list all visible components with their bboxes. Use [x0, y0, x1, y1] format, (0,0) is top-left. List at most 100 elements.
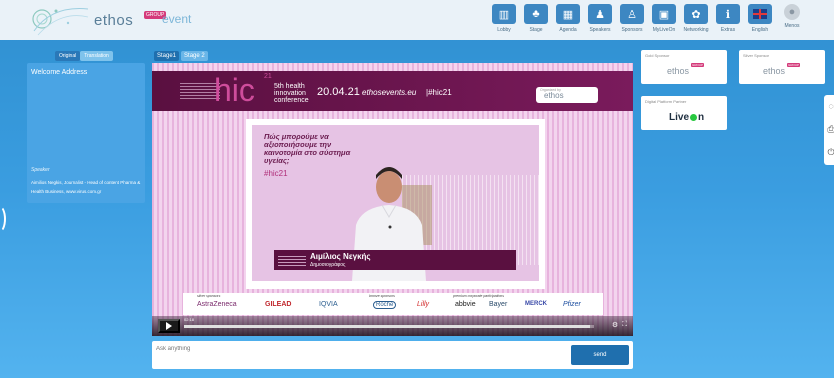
nav-user-label: Menos [784, 23, 800, 29]
nav-speakers[interactable]: ♟ Speakers [586, 4, 614, 38]
player-buttons: ⚙ ⛶ [612, 321, 627, 329]
side-tools: ◌ ⎙ ⏻ [824, 95, 834, 165]
banner-organizer: Organized by ethos [536, 87, 598, 103]
sponsor-lilly: Lilly [417, 301, 430, 308]
liveon-logo: Live n [669, 112, 705, 123]
nav-extras-label: Extras [720, 27, 736, 33]
banner-site: ethosevents.eu [362, 88, 417, 97]
nav-language[interactable]: English [746, 4, 774, 38]
networking-icon: ✿ [684, 4, 708, 24]
banner-hic: hic [214, 72, 255, 108]
slide-hashtag: #hic21 [264, 169, 288, 178]
slide-question: Πώς μπορούμε να αξιοποιήσουμε την καινοτ… [264, 132, 351, 165]
silver-sponsor-title: Silver Sponsor [743, 53, 770, 58]
nav-lobby[interactable]: ▥ Lobby [490, 4, 518, 38]
nav-myliveon-label: MyLiveOn [652, 27, 676, 33]
tab-stage1[interactable]: Stage1 [154, 51, 180, 61]
nav-language-label: English [751, 27, 769, 33]
session-title: Welcome Address [31, 69, 88, 76]
sponsors-icon: ♙ [620, 4, 644, 24]
sponsor-iqvia: IQVIA [319, 301, 338, 308]
nav-stage[interactable]: ♣ Stage [522, 4, 550, 38]
sponsor-astrazeneca: AstraZeneca [197, 301, 237, 308]
stage-icon: ♣ [524, 4, 548, 24]
play-button[interactable] [158, 319, 180, 333]
gold-sponsor-logo-text: ethos [667, 66, 690, 76]
nav-user[interactable]: ● Menos [778, 4, 806, 38]
gold-sponsor-title: Gold Sponsor [645, 53, 670, 58]
nav-lobby-label: Lobby [497, 27, 511, 33]
video-player[interactable]: hic 21 5th health innovation conference … [152, 63, 633, 336]
banner-edition: 21 [264, 73, 272, 80]
ask-input[interactable] [152, 341, 562, 369]
sponsor-abbvie: abbvie [455, 301, 476, 308]
organizer-logo: ethos [544, 91, 564, 100]
sponsor-pfizer: Pfizer [563, 301, 581, 308]
logo-event-word: event [162, 12, 192, 26]
ethos-event-logo[interactable]: ethos GROUP event [28, 3, 192, 37]
stage-tabs: Stage1 Stage 2 [154, 51, 208, 61]
bronze-sponsors-label: bronze sponsors [369, 294, 395, 298]
speaker-role-label: Speaker [31, 167, 50, 173]
print-icon[interactable]: ⎙ [824, 118, 834, 141]
tab-original[interactable]: Original [55, 51, 81, 61]
nav-networking[interactable]: ✿ Networking [682, 4, 710, 38]
settings-gear-icon[interactable]: ⚙ [612, 321, 618, 329]
send-button[interactable]: send [571, 345, 629, 365]
nav-agenda[interactable]: ▦ Agenda [554, 4, 582, 38]
playback-time: 02:18 [184, 317, 195, 322]
session-info-panel: Welcome Address Speaker Aimilios Negkis,… [27, 63, 145, 203]
power-icon[interactable]: ⏻ [824, 141, 834, 164]
speakers-icon: ♟ [588, 4, 612, 24]
gold-sponsor-logo: ethos GROUP [667, 63, 705, 76]
speaker-role: Δημοσιογράφος [310, 262, 346, 268]
progress-fill [184, 325, 590, 328]
nav-sponsors[interactable]: ♙ Sponsors [618, 4, 646, 38]
speaker-name: Αιμίλιος Νεγκής [310, 252, 371, 261]
nav-networking-label: Networking [683, 27, 709, 33]
logo-swirl-icon [32, 8, 89, 36]
agenda-icon: ▦ [556, 4, 580, 24]
progress-bar[interactable] [184, 325, 594, 328]
organizer-label: Organized by [540, 88, 561, 92]
logo-word: ethos [94, 12, 134, 29]
fullscreen-icon[interactable]: ⛶ [622, 321, 627, 329]
language-tabs: Original Translation [55, 51, 113, 61]
banner-date: 20.04.21 [317, 86, 360, 98]
top-bar: ethos GROUP event ▥ Lobby ♣ Stage ▦ Agen… [0, 0, 834, 40]
nav-extras[interactable]: ℹ Extras [714, 4, 742, 38]
silver-sponsor-logo-text: ethos [763, 66, 786, 76]
sponsor-roche: Roche [373, 301, 397, 309]
gold-sponsor-card[interactable]: Gold Sponsor ethos GROUP [641, 50, 727, 84]
edge-handle[interactable] [0, 205, 6, 233]
speaker-description: Aimilios Negkis, Journalist - Head of co… [31, 180, 141, 194]
extras-icon: ℹ [716, 4, 740, 24]
main-nav: ▥ Lobby ♣ Stage ▦ Agenda ♟ Speakers ♙ Sp… [490, 4, 806, 38]
sponsor-strip: silver sponsors bronze sponsors premium … [183, 293, 603, 315]
speaker-frame: Πώς μπορούμε να αξιοποιήσουμε την καινοτ… [246, 119, 545, 289]
conference-banner: hic 21 5th health innovation conference … [152, 71, 633, 111]
nav-myliveon[interactable]: ▣ MyLiveOn [650, 4, 678, 38]
tab-translation[interactable]: Translation [80, 51, 113, 61]
chat-icon[interactable]: ◌ [824, 95, 834, 118]
nav-agenda-label: Agenda [559, 27, 577, 33]
silver-sponsor-logo: ethos GROUP [763, 63, 801, 76]
sponsor-merck: MERCK [525, 301, 547, 307]
speaker-lower-third: Αιμίλιος Νεγκής Δημοσιογράφος [274, 250, 516, 270]
banner-hashtag: |#hic21 [426, 88, 452, 97]
uk-flag-icon [748, 4, 772, 24]
silver-sponsors-label: silver sponsors [197, 294, 221, 298]
banner-conference: 5th health innovation conference [274, 83, 309, 104]
tab-stage2[interactable]: Stage 2 [181, 51, 208, 61]
ask-bar: send [152, 341, 633, 369]
lobby-icon: ▥ [492, 4, 516, 24]
player-controls: 02:18 ⚙ ⛶ [152, 316, 633, 336]
premium-sponsors-label: premium corporate participations [453, 294, 504, 298]
lower-third-pattern [278, 254, 306, 266]
silver-sponsor-card[interactable]: Silver Sponsor ethos GROUP [739, 50, 825, 84]
user-avatar-icon: ● [784, 4, 800, 20]
digital-partner-card[interactable]: Digital Platform Partner Live n [641, 96, 727, 130]
silver-sponsor-badge: GROUP [787, 63, 801, 67]
digital-partner-title: Digital Platform Partner [645, 99, 687, 104]
myliveon-icon: ▣ [652, 4, 676, 24]
